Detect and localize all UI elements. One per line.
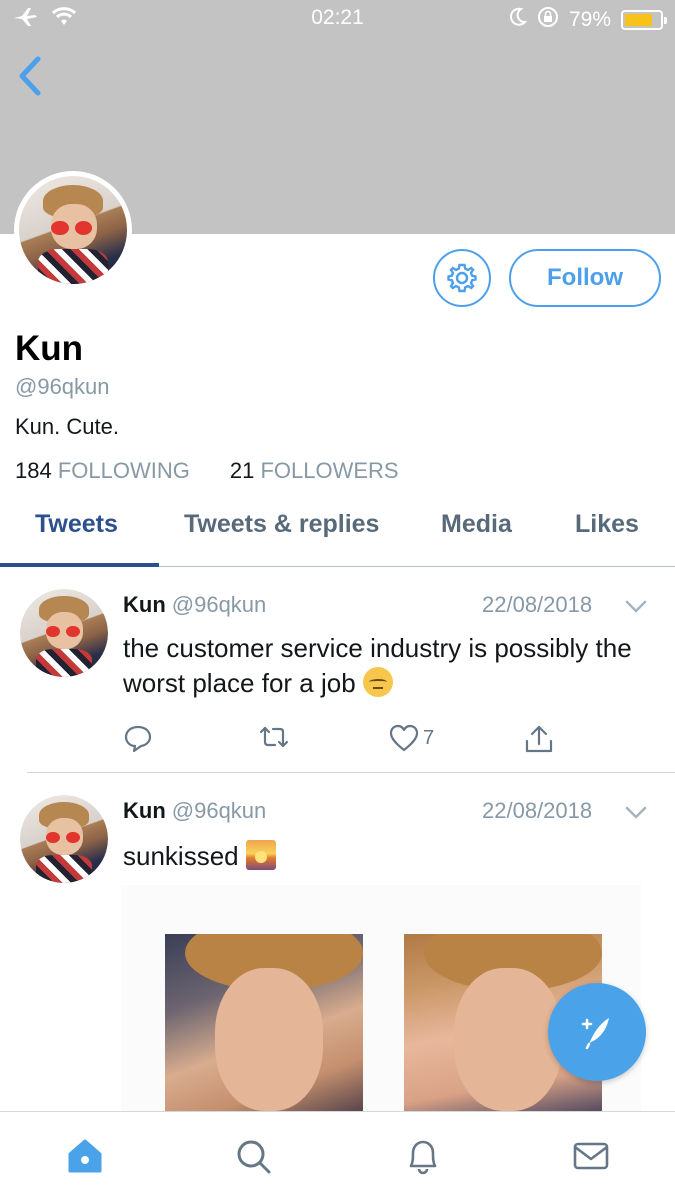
compose-icon (581, 1018, 609, 1050)
search-icon (237, 1140, 271, 1174)
tweet-author: Kun @96qkun (123, 798, 266, 824)
share-icon (525, 725, 553, 753)
share-button[interactable] (524, 724, 554, 754)
rotation-lock-icon (537, 6, 559, 34)
profile-handle: @96qkun (15, 374, 110, 399)
tab-tweets-replies[interactable]: Tweets & replies (184, 510, 379, 539)
bottom-nav (0, 1111, 675, 1200)
moon-icon (509, 7, 528, 33)
following-stat[interactable]: 184 FOLLOWING (15, 458, 190, 484)
battery-percent: 79% (568, 8, 611, 31)
follow-button[interactable]: Follow (509, 249, 661, 307)
followers-label: FOLLOWERS (260, 458, 399, 483)
mail-icon (573, 1142, 609, 1170)
status-bar: 02:21 79% (0, 0, 675, 40)
tweet-text-content: sunkissed (123, 841, 239, 871)
reply-icon (124, 725, 152, 752)
pensive-face-emoji (362, 667, 393, 697)
profile-name: Kun (15, 329, 84, 368)
compose-button[interactable] (548, 983, 646, 1081)
tweet-text: the customer service industry is possibl… (123, 631, 643, 701)
tab-tweets[interactable]: Tweets (35, 510, 118, 539)
tweet-avatar[interactable] (20, 589, 108, 677)
following-label: FOLLOWING (57, 458, 190, 483)
tweet-author-name: Kun (123, 798, 166, 823)
tweet-date: 22/08/2018 (482, 592, 593, 617)
chevron-down-icon[interactable] (624, 805, 648, 821)
avatar-image (19, 176, 127, 284)
nav-home[interactable] (63, 1134, 107, 1178)
tab-likes[interactable]: Likes (575, 510, 639, 539)
chevron-left-icon (19, 56, 41, 96)
reply-button[interactable] (123, 724, 153, 752)
back-button[interactable] (12, 55, 48, 97)
tab-media[interactable]: Media (441, 510, 512, 539)
nav-search[interactable] (231, 1134, 275, 1178)
like-count: 7 (423, 726, 435, 749)
tweet-author-name: Kun (123, 592, 166, 617)
sunrise-emoji (245, 840, 276, 870)
settings-button[interactable] (433, 249, 491, 307)
battery-icon (621, 10, 667, 30)
tweet-photo[interactable] (165, 934, 363, 1124)
chevron-down-icon[interactable] (624, 599, 648, 615)
heart-icon (389, 724, 419, 752)
profile-bio: Kun. Cute. (15, 414, 119, 439)
followers-count: 21 (229, 458, 255, 483)
tweet-author: Kun @96qkun (123, 592, 266, 618)
following-count: 184 (15, 458, 52, 483)
tweet-actions: 7 (123, 724, 573, 754)
nav-messages[interactable] (569, 1134, 613, 1178)
tweet-author-handle: @96qkun (171, 592, 267, 617)
profile-stats: 184 FOLLOWING 21 FOLLOWERS (15, 458, 399, 484)
home-icon (68, 1139, 102, 1173)
followers-stat[interactable]: 21 FOLLOWERS (230, 458, 399, 484)
profile-avatar[interactable] (14, 171, 132, 289)
profile-tabs: Tweets Tweets & replies Media Likes (0, 490, 675, 567)
tweet[interactable]: Kun @96qkun 22/08/2018 the customer servi… (0, 567, 675, 773)
bell-icon (409, 1140, 437, 1175)
retweet-button[interactable] (257, 724, 291, 750)
tweet-date: 22/08/2018 (482, 798, 593, 823)
like-button[interactable]: 7 (389, 724, 434, 752)
retweet-icon (259, 726, 289, 748)
tweet-author-handle: @96qkun (171, 798, 267, 823)
tweet-avatar[interactable] (20, 795, 108, 883)
gear-icon (447, 263, 477, 293)
nav-notifications[interactable] (401, 1134, 445, 1178)
tweet-text: sunkissed (123, 839, 643, 874)
